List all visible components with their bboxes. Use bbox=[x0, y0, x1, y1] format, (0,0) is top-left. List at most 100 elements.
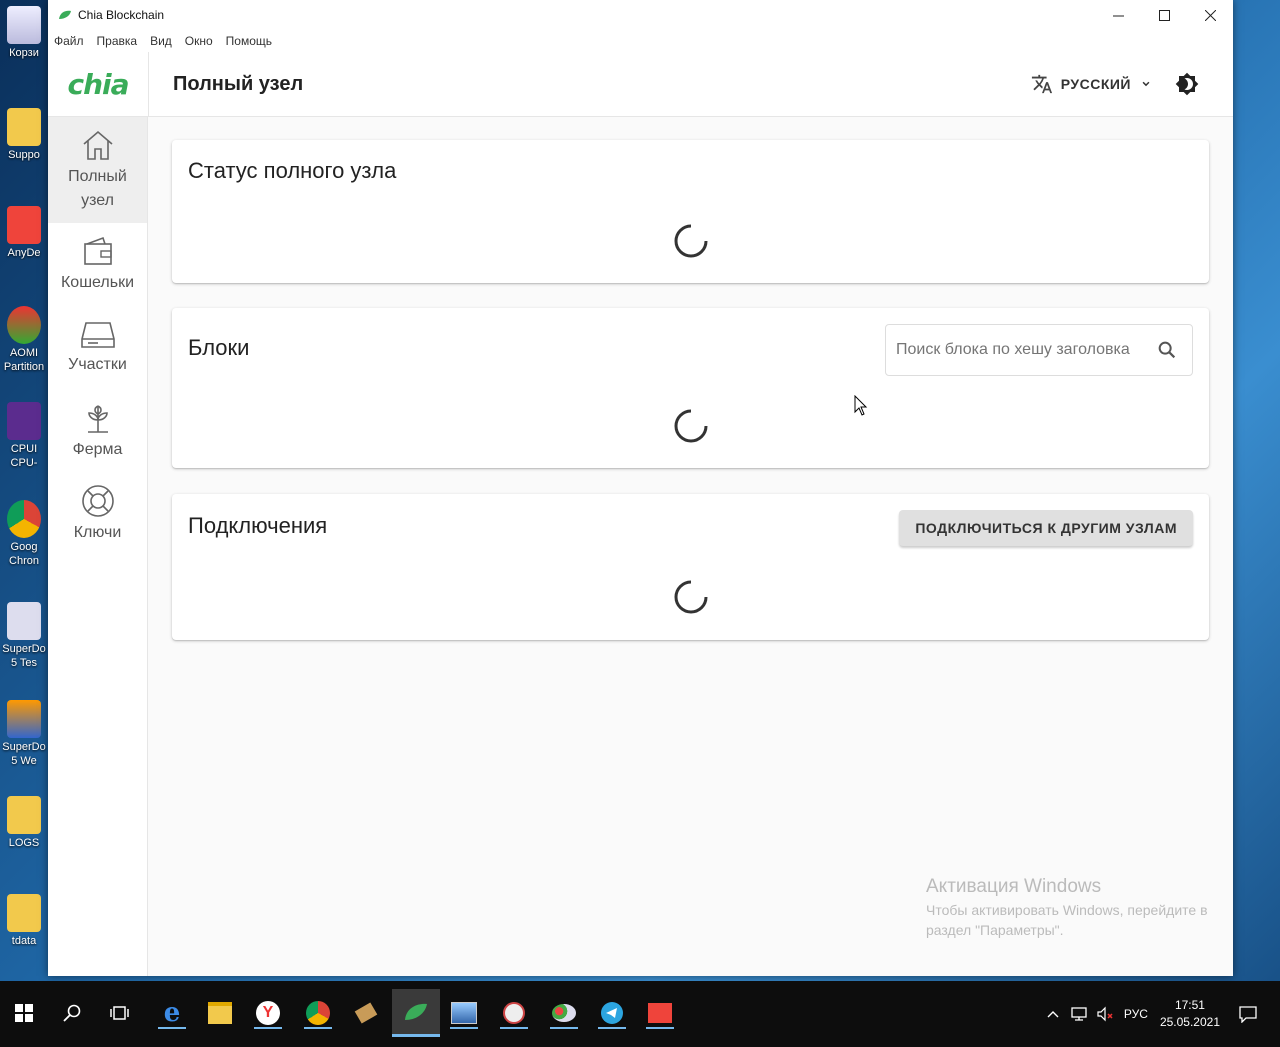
volume-muted-icon[interactable] bbox=[1096, 1006, 1114, 1022]
chia-logo: chia bbox=[48, 52, 149, 116]
menu-view[interactable]: Вид bbox=[150, 34, 172, 48]
minimize-icon bbox=[1112, 15, 1124, 16]
taskbar-clock[interactable]: 17:51 25.05.2021 bbox=[1160, 997, 1220, 1031]
sidebar: Полный узел Кошельки Участки Ферма Ключи bbox=[48, 117, 148, 976]
sidebar-item-label: Полный узел bbox=[68, 168, 127, 209]
recycle-bin-icon bbox=[7, 6, 41, 44]
menu-edit[interactable]: Правка bbox=[97, 34, 138, 48]
window-title: Chia Blockchain bbox=[78, 8, 165, 22]
loading-spinner bbox=[674, 409, 707, 443]
chevron-down-icon bbox=[1142, 81, 1150, 87]
taskbar-telegram[interactable] bbox=[588, 989, 636, 1037]
menu-file[interactable]: Файл bbox=[54, 34, 84, 48]
superdoctor-icon bbox=[7, 602, 41, 640]
taskbar-anydesk[interactable] bbox=[636, 989, 684, 1037]
anydesk-icon bbox=[648, 1003, 672, 1023]
folder-icon bbox=[7, 108, 41, 146]
search-icon[interactable] bbox=[1156, 339, 1178, 361]
clock-app-icon bbox=[503, 1002, 525, 1024]
card-title: Подключения bbox=[188, 513, 328, 538]
network-app-icon bbox=[451, 1002, 477, 1024]
language-selector[interactable]: РУССКИЙ bbox=[1031, 52, 1153, 116]
sidebar-item-label: Ключи bbox=[73, 523, 122, 541]
wallet-icon bbox=[83, 236, 112, 265]
taskbar-chrome[interactable] bbox=[294, 989, 342, 1037]
desktop-icon-chrome[interactable]: Goog Chron bbox=[0, 500, 48, 568]
connect-to-other-peers-button[interactable]: ПОДКЛЮЧИТЬСЯ К ДРУГИМ УЗЛАМ bbox=[899, 510, 1193, 546]
desktop-icon-logs[interactable]: LOGS bbox=[0, 796, 48, 850]
sidebar-item-keys[interactable]: Ключи bbox=[48, 472, 147, 555]
theme-toggle-icon[interactable] bbox=[1175, 72, 1199, 96]
main-content: Статус полного узла Блоки Подключения ПО… bbox=[148, 117, 1233, 976]
cpuid-icon bbox=[7, 402, 41, 440]
desktop-icon-superdoctor[interactable]: SuperDo 5 Tes bbox=[0, 602, 48, 670]
sidebar-item-plots[interactable]: Участки bbox=[48, 306, 147, 389]
task-view-icon bbox=[110, 1006, 129, 1020]
taskbar-network-app[interactable] bbox=[440, 989, 488, 1037]
start-icon bbox=[15, 1004, 33, 1022]
desktop-icon-aomei[interactable]: AOMI Partition bbox=[0, 306, 48, 374]
sidebar-item-full-node[interactable]: Полный узел bbox=[48, 117, 147, 223]
desktop-icon-recycle-bin[interactable]: Корзи bbox=[0, 6, 48, 60]
desktop-icon-anydesk[interactable]: AnyDe bbox=[0, 206, 48, 260]
sidebar-item-farm[interactable]: Ферма bbox=[48, 389, 147, 472]
block-search-field[interactable] bbox=[885, 324, 1193, 376]
chia-leaf-icon bbox=[59, 10, 71, 19]
title-bar[interactable]: Chia Blockchain bbox=[48, 0, 1233, 30]
anydesk-icon bbox=[7, 206, 41, 244]
desktop-icon-superdoctor-web[interactable]: SuperDo 5 We bbox=[0, 700, 48, 768]
yandex-icon: Y bbox=[256, 1001, 280, 1025]
taskbar-yandex[interactable]: Y bbox=[244, 989, 292, 1037]
system-tray: РУС 17:51 25.05.2021 bbox=[1046, 981, 1280, 1047]
loading-spinner bbox=[674, 224, 707, 258]
drive-icon bbox=[80, 321, 115, 348]
sidebar-item-label: Ферма bbox=[72, 440, 123, 458]
chevron-up-icon[interactable] bbox=[1046, 1009, 1060, 1019]
close-icon bbox=[1204, 9, 1216, 21]
folder-icon bbox=[7, 894, 41, 932]
minimize-button[interactable] bbox=[1095, 0, 1141, 30]
close-button[interactable] bbox=[1187, 0, 1233, 30]
taskbar-edge[interactable]: e bbox=[148, 989, 196, 1037]
menu-help[interactable]: Помощь bbox=[226, 34, 272, 48]
start-button[interactable] bbox=[0, 989, 48, 1037]
network-icon[interactable] bbox=[1070, 1006, 1088, 1022]
maximize-icon bbox=[1158, 9, 1170, 21]
notifications-icon[interactable] bbox=[1238, 1005, 1258, 1023]
edge-icon: e bbox=[163, 998, 181, 1028]
chia-icon bbox=[405, 1003, 427, 1020]
sidebar-item-wallets[interactable]: Кошельки bbox=[48, 223, 147, 306]
lifebuoy-icon bbox=[81, 484, 114, 517]
partition-icon bbox=[7, 306, 41, 344]
desktop-icon-cpuid[interactable]: CPUI CPU- bbox=[0, 402, 48, 470]
mouse-cursor-icon bbox=[854, 395, 868, 416]
menu-window[interactable]: Окно bbox=[185, 34, 213, 48]
clock-time: 17:51 bbox=[1174, 998, 1205, 1012]
telegram-icon bbox=[601, 1002, 623, 1024]
taskbar-chia[interactable] bbox=[392, 989, 440, 1037]
input-language-indicator[interactable]: РУС bbox=[1124, 1007, 1148, 1021]
chrome-icon bbox=[306, 1001, 330, 1025]
connections-card: Подключения ПОДКЛЮЧИТЬСЯ К ДРУГИМ УЗЛАМ bbox=[172, 494, 1209, 640]
clock-date: 25.05.2021 bbox=[1159, 1015, 1220, 1029]
block-search-input[interactable] bbox=[894, 340, 1142, 360]
desktop-icon-tdata[interactable]: tdata bbox=[0, 894, 48, 948]
card-title: Блоки bbox=[188, 335, 250, 360]
maximize-button[interactable] bbox=[1141, 0, 1187, 30]
taskbar-clock-app[interactable] bbox=[490, 989, 538, 1037]
folder-icon bbox=[7, 796, 41, 834]
plant-icon bbox=[87, 404, 108, 433]
taskbar-paint[interactable] bbox=[540, 989, 588, 1037]
windows-activation-watermark: Активация Windows Чтобы активировать Win… bbox=[926, 876, 1208, 938]
taskbar: e Y РУС 17:51 25.05.2021 bbox=[0, 981, 1280, 1047]
menu-bar: Файл Правка Вид Окно Помощь bbox=[48, 30, 1233, 52]
taskbar-search-button[interactable] bbox=[48, 989, 96, 1037]
desktop-icon-support[interactable]: Suppo bbox=[0, 108, 48, 162]
page-title: Полный узел bbox=[173, 72, 304, 95]
task-view-button[interactable] bbox=[96, 989, 144, 1037]
chrome-icon bbox=[7, 500, 41, 538]
taskbar-app[interactable] bbox=[342, 989, 390, 1037]
taskbar-explorer[interactable] bbox=[196, 989, 244, 1037]
loading-spinner bbox=[674, 580, 707, 614]
paint-icon bbox=[552, 1004, 576, 1022]
